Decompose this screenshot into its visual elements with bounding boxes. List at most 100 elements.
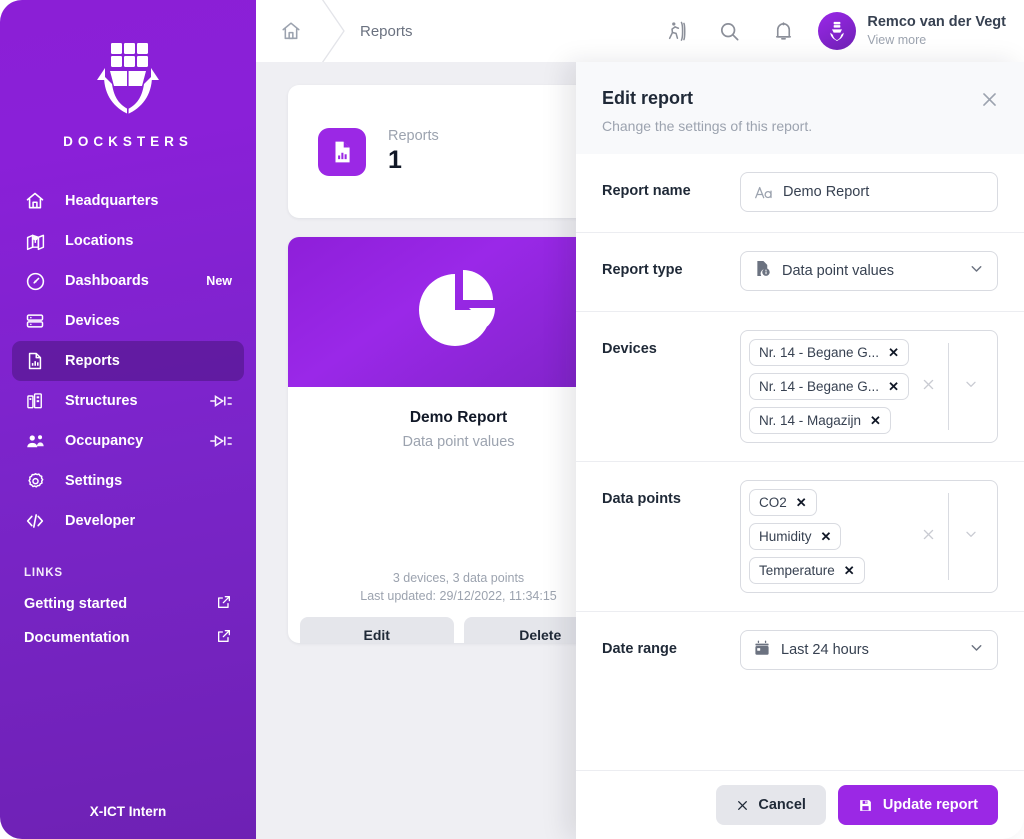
sidebar-item-label: Structures xyxy=(65,393,138,409)
data-points-tools xyxy=(909,489,989,584)
devices-chip[interactable]: Nr. 14 - Begane G... ✕ xyxy=(749,373,909,400)
plug-icon xyxy=(210,394,232,408)
people-icon xyxy=(24,430,46,452)
calendar-icon xyxy=(753,639,771,662)
home-icon[interactable] xyxy=(278,18,304,44)
chip-label: CO2 xyxy=(759,495,787,510)
sidebar-item-dashboards[interactable]: Dashboards New xyxy=(12,261,244,301)
brand-logo[interactable]: DOCKSTERS xyxy=(0,0,256,149)
sidebar-link-documentation[interactable]: Documentation xyxy=(0,621,256,655)
user-subtitle: View more xyxy=(867,33,927,47)
update-report-button[interactable]: Update report xyxy=(837,785,998,825)
sidebar-footer-text: X-ICT Intern xyxy=(89,804,167,819)
field-row-report-name: Report name Demo Report xyxy=(576,154,1024,233)
devices-chip[interactable]: Nr. 14 - Magazijn ✕ xyxy=(749,407,891,434)
app-root: DOCKSTERS Headquarters Locations Dashboa… xyxy=(0,0,1024,839)
chip-remove-icon[interactable]: ✕ xyxy=(821,529,832,545)
gear-icon xyxy=(24,470,46,492)
sidebar-item-badge-wrap: New xyxy=(206,274,232,288)
top-header: Reports Remco van der Vegt View more xyxy=(256,0,1024,62)
sidebar-item-headquarters[interactable]: Headquarters xyxy=(12,181,244,221)
external-link-icon xyxy=(216,628,232,649)
date-range-control: Last 24 hours xyxy=(740,612,998,688)
sidebar-item-settings[interactable]: Settings xyxy=(12,461,244,501)
devices-label: Devices xyxy=(602,341,657,357)
brand-name: DOCKSTERS xyxy=(63,134,193,149)
search-icon[interactable] xyxy=(710,12,748,50)
home-icon xyxy=(24,190,46,212)
report-doc-icon xyxy=(318,127,366,176)
external-link-icon xyxy=(216,594,232,615)
chip-label: Nr. 14 - Begane G... xyxy=(759,345,880,360)
sidebar-item-label: Locations xyxy=(65,233,134,249)
devices-chip-list: Nr. 14 - Begane G... ✕ Nr. 14 - Begane G… xyxy=(749,339,909,434)
field-row-report-type: Report type Data point values xyxy=(576,233,1024,312)
report-actions: Edit Delete xyxy=(300,617,617,643)
status-badge: New xyxy=(206,274,232,288)
sidebar-item-occupancy[interactable]: Occupancy xyxy=(12,421,244,461)
gauge-icon xyxy=(24,270,46,292)
report-type-label: Report type xyxy=(602,262,683,278)
breadcrumb[interactable]: Reports xyxy=(360,23,413,40)
stat-label: Reports xyxy=(388,128,439,144)
code-icon xyxy=(24,510,46,532)
sidebar-link-label: Documentation xyxy=(24,630,130,646)
sidebar-item-developer[interactable]: Developer xyxy=(12,501,244,541)
building-icon xyxy=(24,390,46,412)
report-type-control: Data point values xyxy=(740,233,998,309)
stat-text: Reports 1 xyxy=(388,128,439,175)
chip-remove-icon[interactable]: ✕ xyxy=(796,495,807,511)
emergency-exit-icon[interactable] xyxy=(656,12,694,50)
server-icon xyxy=(24,310,46,332)
user-name: Remco van der Vegt xyxy=(867,13,1006,30)
sidebar-nav: Headquarters Locations Dashboards New De… xyxy=(0,181,256,541)
user-info: Remco van der Vegt View more xyxy=(867,13,1006,50)
panel-header: Edit report Change the settings of this … xyxy=(576,62,1024,154)
bell-icon[interactable] xyxy=(764,12,802,50)
panel-footer: Cancel Update report xyxy=(576,770,1024,839)
pie-chart-icon xyxy=(417,268,501,357)
report-name-label: Report name xyxy=(602,183,691,199)
sidebar-item-label: Dashboards xyxy=(65,273,149,289)
report-name-value: Demo Report xyxy=(783,184,870,200)
user-menu[interactable]: Remco van der Vegt View more xyxy=(818,12,1006,50)
clear-icon[interactable] xyxy=(909,377,948,397)
chip-remove-icon[interactable]: ✕ xyxy=(888,345,899,361)
chevron-down-icon[interactable] xyxy=(949,526,989,547)
edit-report-panel: Edit report Change the settings of this … xyxy=(576,62,1024,839)
data-points-chip[interactable]: Humidity ✕ xyxy=(749,523,842,550)
sidebar-item-reports[interactable]: Reports xyxy=(12,341,244,381)
chip-remove-icon[interactable]: ✕ xyxy=(888,379,899,395)
date-range-select[interactable]: Last 24 hours xyxy=(740,630,998,670)
close-icon xyxy=(736,799,749,812)
chevron-down-icon[interactable] xyxy=(949,376,989,397)
devices-multiselect[interactable]: Nr. 14 - Begane G... ✕ Nr. 14 - Begane G… xyxy=(740,330,998,443)
field-row-devices: Devices Nr. 14 - Begane G... ✕ Nr. 14 - … xyxy=(576,312,1024,462)
sidebar-item-structures[interactable]: Structures xyxy=(12,381,244,421)
ship-anchor-logo-icon xyxy=(80,34,176,120)
sidebar-item-devices[interactable]: Devices xyxy=(12,301,244,341)
edit-button[interactable]: Edit xyxy=(300,617,454,643)
close-icon[interactable] xyxy=(976,86,1002,112)
chip-remove-icon[interactable]: ✕ xyxy=(844,563,855,579)
cancel-button-label: Cancel xyxy=(758,797,806,813)
report-type-select[interactable]: Data point values xyxy=(740,251,998,291)
chip-label: Humidity xyxy=(759,529,812,544)
report-doc-icon xyxy=(24,350,46,372)
devices-control: Nr. 14 - Begane G... ✕ Nr. 14 - Begane G… xyxy=(740,312,998,461)
data-points-chip[interactable]: Temperature ✕ xyxy=(749,557,865,584)
sidebar-link-getting-started[interactable]: Getting started xyxy=(0,587,256,621)
chip-label: Nr. 14 - Begane G... xyxy=(759,379,880,394)
cancel-button[interactable]: Cancel xyxy=(716,785,826,825)
clear-icon[interactable] xyxy=(909,527,948,547)
plug-icon xyxy=(210,434,232,448)
sidebar-link-label: Getting started xyxy=(24,596,128,612)
sidebar: DOCKSTERS Headquarters Locations Dashboa… xyxy=(0,0,256,839)
report-name-input[interactable]: Demo Report xyxy=(740,172,998,212)
update-report-button-label: Update report xyxy=(882,797,978,813)
chip-remove-icon[interactable]: ✕ xyxy=(870,413,881,429)
data-points-multiselect[interactable]: CO2 ✕ Humidity ✕ Temperature ✕ xyxy=(740,480,998,593)
sidebar-item-locations[interactable]: Locations xyxy=(12,221,244,261)
data-points-chip[interactable]: CO2 ✕ xyxy=(749,489,817,516)
devices-chip[interactable]: Nr. 14 - Begane G... ✕ xyxy=(749,339,909,366)
